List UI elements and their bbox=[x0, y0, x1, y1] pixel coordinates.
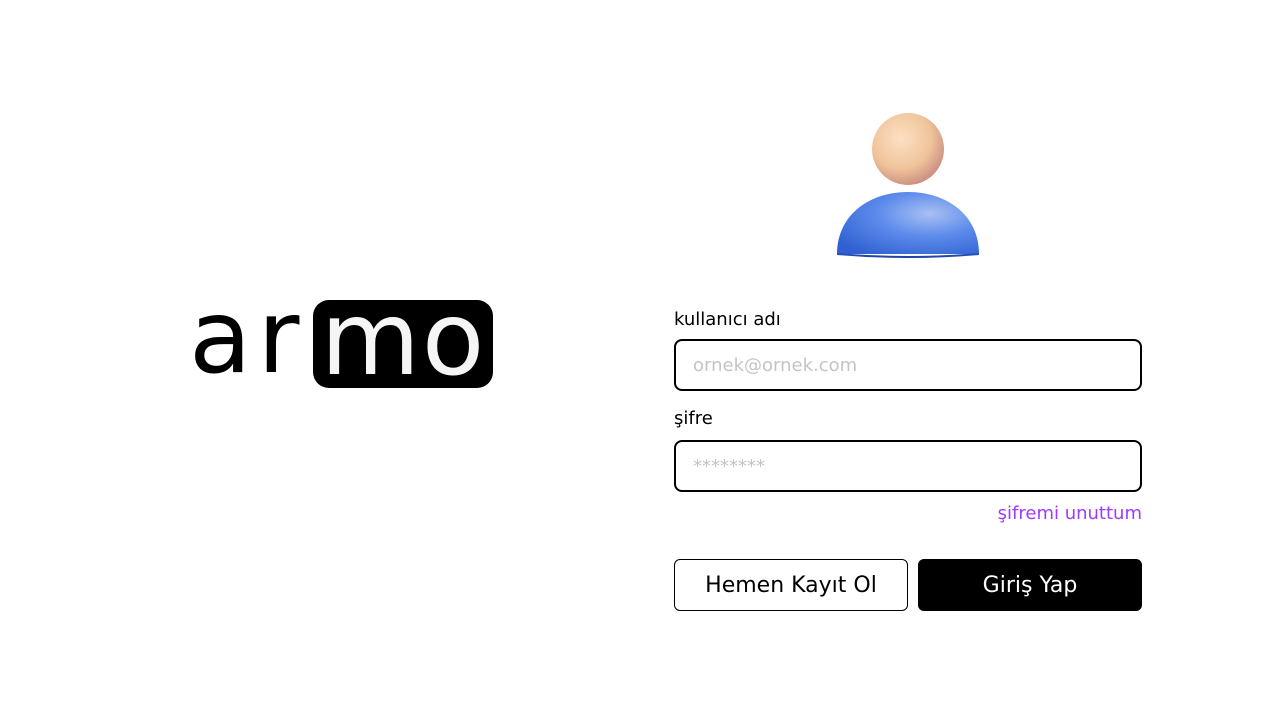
logo-boxed-text: mo bbox=[320, 300, 487, 388]
logo-plain-text: ar bbox=[189, 278, 306, 397]
user-avatar-icon bbox=[834, 110, 982, 262]
username-input[interactable] bbox=[674, 339, 1142, 391]
forgot-password-link[interactable]: şifremi unuttum bbox=[998, 503, 1142, 524]
register-button-label: Hemen Kayıt Ol bbox=[705, 572, 877, 598]
register-button[interactable]: Hemen Kayıt Ol bbox=[674, 559, 908, 611]
password-input[interactable] bbox=[674, 440, 1142, 492]
login-button[interactable]: Giriş Yap bbox=[918, 559, 1142, 611]
brand-logo: ar mo bbox=[189, 287, 494, 390]
login-button-label: Giriş Yap bbox=[982, 572, 1078, 598]
username-label: kullanıcı adı bbox=[674, 309, 781, 330]
login-page: ar mo kullanıcı adı ornek@ornek.com şifr… bbox=[0, 0, 1280, 720]
password-label: şifre bbox=[674, 408, 713, 429]
logo-boxed-part: mo bbox=[313, 300, 494, 388]
